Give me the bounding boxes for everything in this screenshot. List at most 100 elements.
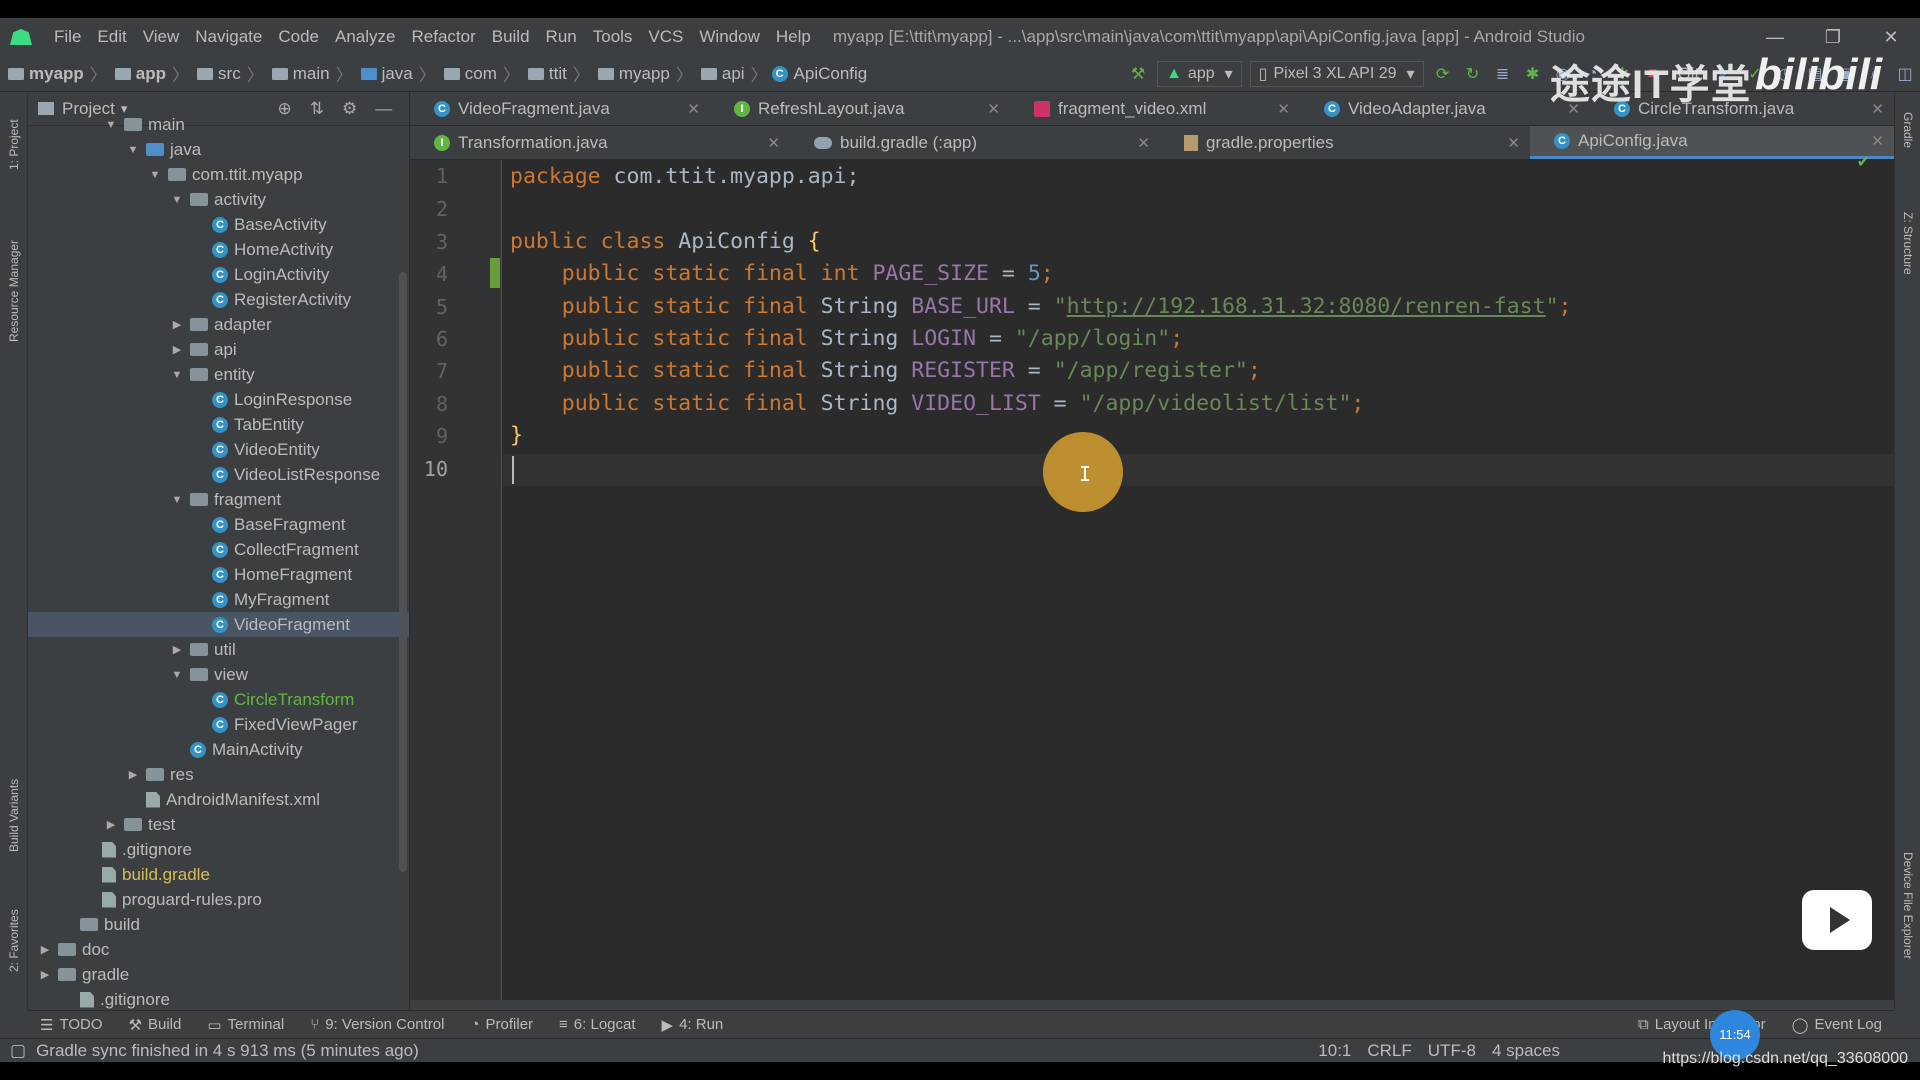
menu-vcs[interactable]: VCS xyxy=(640,27,691,47)
menu-code[interactable]: Code xyxy=(270,27,327,47)
device-select[interactable]: ▯ Pixel 3 XL API 29 ▾ xyxy=(1249,61,1424,87)
tree-item[interactable]: ▶ gradle xyxy=(28,962,409,987)
menu-tools[interactable]: Tools xyxy=(585,27,641,47)
tree-item[interactable]: C VideoFragment xyxy=(28,612,409,637)
close-tab-icon[interactable]: ✕ xyxy=(1871,100,1884,118)
tool-todo[interactable]: ☰ TODO xyxy=(40,1016,103,1034)
tool-tab-device-file-explorer[interactable]: Device File Explorer xyxy=(1901,852,1915,959)
indent-setting[interactable]: 4 spaces xyxy=(1492,1041,1560,1061)
tree-item[interactable]: C MainActivity xyxy=(28,737,409,762)
tree-item[interactable]: C VideoEntity xyxy=(28,437,409,462)
collapsed-arrow-icon[interactable]: ▶ xyxy=(104,818,118,831)
tool-logcat[interactable]: ≡ 6: Logcat xyxy=(559,1016,635,1033)
tree-item[interactable]: ▶ adapter xyxy=(28,312,409,337)
breadcrumb-myapp-pkg[interactable]: myapp 〉 xyxy=(590,61,693,86)
tool-build[interactable]: ⚒ Build xyxy=(129,1016,182,1034)
menu-refactor[interactable]: Refactor xyxy=(403,27,483,47)
collapsed-arrow-icon[interactable]: ▶ xyxy=(170,343,184,356)
collapsed-arrow-icon[interactable]: ▶ xyxy=(38,943,52,956)
collapsed-arrow-icon[interactable]: ▶ xyxy=(126,768,140,781)
tree-item[interactable]: .gitignore xyxy=(28,987,409,1010)
tool-profiler[interactable]: ◔ Profiler xyxy=(470,1016,533,1033)
tree-item[interactable]: C BaseFragment xyxy=(28,512,409,537)
tree-item[interactable]: ▼ view xyxy=(28,662,409,687)
expanded-arrow-icon[interactable]: ▼ xyxy=(170,369,184,381)
tree-item[interactable]: ▼ main xyxy=(28,112,409,137)
editor-tab[interactable]: I Transformation.java ✕ xyxy=(410,126,790,159)
tree-item[interactable]: ▼ fragment xyxy=(28,487,409,512)
tool-version-control[interactable]: ⑂ 9: Version Control xyxy=(310,1016,444,1033)
breadcrumb-myapp[interactable]: myapp 〉 xyxy=(0,61,107,86)
tool-tab-structure[interactable]: Z: Structure xyxy=(1901,212,1915,275)
close-tab-icon[interactable]: ✕ xyxy=(767,134,780,152)
tree-item[interactable]: ▼ com.ttit.myapp xyxy=(28,162,409,187)
tree-item[interactable]: C RegisterActivity xyxy=(28,287,409,312)
expanded-arrow-icon[interactable]: ▼ xyxy=(170,194,184,206)
status-message[interactable]: Gradle sync finished in 4 s 913 ms (5 mi… xyxy=(36,1041,419,1061)
expanded-arrow-icon[interactable]: ▼ xyxy=(170,494,184,506)
tree-item[interactable]: C VideoListResponse xyxy=(28,462,409,487)
apply-changes-icon[interactable]: ↻ xyxy=(1458,59,1488,89)
vcs-change-marker[interactable] xyxy=(490,258,500,288)
rerun-icon[interactable]: ⟳ xyxy=(1428,59,1458,89)
status-toggle-icon[interactable]: ▢ xyxy=(10,1041,26,1061)
debug-icon[interactable]: ✱ xyxy=(1518,59,1548,89)
editor-tab[interactable]: C ApiConfig.java ✕ xyxy=(1530,126,1894,159)
hammer-icon[interactable]: ⚒ xyxy=(1123,59,1153,89)
editor-tab[interactable]: build.gradle (:app) ✕ xyxy=(790,126,1160,159)
url-link[interactable]: http://192.168.31.32:8080/renren-fast xyxy=(1067,294,1546,319)
close-tab-icon[interactable]: ✕ xyxy=(1507,134,1520,152)
menu-window[interactable]: Window xyxy=(691,27,767,47)
expanded-arrow-icon[interactable]: ▼ xyxy=(104,119,118,131)
close-tab-icon[interactable]: ✕ xyxy=(687,100,700,118)
close-tab-icon[interactable]: ✕ xyxy=(1871,132,1884,150)
tree-item[interactable]: C CollectFragment xyxy=(28,537,409,562)
collapsed-arrow-icon[interactable]: ▶ xyxy=(170,318,184,331)
menu-navigate[interactable]: Navigate xyxy=(187,27,270,47)
tree-item[interactable]: C HomeFragment xyxy=(28,562,409,587)
menu-view[interactable]: View xyxy=(135,27,188,47)
tool-terminal[interactable]: ▭ Terminal xyxy=(207,1016,284,1034)
editor-tab[interactable]: gradle.properties ✕ xyxy=(1160,126,1530,159)
tree-item[interactable]: AndroidManifest.xml xyxy=(28,787,409,812)
tool-tab-project[interactable]: 1: Project xyxy=(7,119,21,170)
tree-item[interactable]: C TabEntity xyxy=(28,412,409,437)
tree-item[interactable]: ▶ api xyxy=(28,337,409,362)
expanded-arrow-icon[interactable]: ▼ xyxy=(148,169,162,181)
breadcrumb-app[interactable]: app 〉 xyxy=(107,61,189,86)
tool-event-log[interactable]: ◯ Event Log xyxy=(1792,1016,1882,1034)
editor-tab[interactable]: C VideoFragment.java ✕ xyxy=(410,92,710,125)
tree-scrollbar[interactable] xyxy=(399,272,407,872)
close-tab-icon[interactable]: ✕ xyxy=(1277,100,1290,118)
editor-tab[interactable]: fragment_video.xml ✕ xyxy=(1010,92,1300,125)
breadcrumb-main[interactable]: main 〉 xyxy=(264,61,353,86)
tree-item[interactable]: C HomeActivity xyxy=(28,237,409,262)
tree-item[interactable]: .gitignore xyxy=(28,837,409,862)
menu-file[interactable]: File xyxy=(46,27,89,47)
tree-item[interactable]: ▶ res xyxy=(28,762,409,787)
breadcrumb-src[interactable]: src 〉 xyxy=(189,61,264,86)
breadcrumb-java[interactable]: java 〉 xyxy=(353,61,436,86)
settings-icon[interactable]: ◫ xyxy=(1890,59,1920,89)
collapsed-arrow-icon[interactable]: ▶ xyxy=(170,643,184,656)
code-editor[interactable]: 1 2 3 4 5 6 7 8 9 10 package com.ttit.my… xyxy=(410,154,1894,1000)
run-config-select[interactable]: ▲ app ▾ xyxy=(1157,61,1242,87)
collapsed-arrow-icon[interactable]: ▶ xyxy=(38,968,52,981)
tree-item[interactable]: ▶ test xyxy=(28,812,409,837)
menu-edit[interactable]: Edit xyxy=(89,27,134,47)
breadcrumb-com[interactable]: com 〉 xyxy=(436,61,520,86)
video-play-icon[interactable] xyxy=(1802,890,1872,950)
line-separator[interactable]: CRLF xyxy=(1367,1041,1411,1061)
caret-position[interactable]: 10:1 xyxy=(1318,1041,1351,1061)
expanded-arrow-icon[interactable]: ▼ xyxy=(126,144,140,156)
menu-run[interactable]: Run xyxy=(538,27,585,47)
tree-item[interactable]: C MyFragment xyxy=(28,587,409,612)
expanded-arrow-icon[interactable]: ▼ xyxy=(170,669,184,681)
tree-item[interactable]: C LoginActivity xyxy=(28,262,409,287)
breadcrumb-api[interactable]: api 〉 xyxy=(693,61,768,86)
menu-help[interactable]: Help xyxy=(768,27,819,47)
tree-item[interactable]: build xyxy=(28,912,409,937)
menu-build[interactable]: Build xyxy=(484,27,538,47)
tool-tab-build-variants[interactable]: Build Variants xyxy=(7,779,21,852)
tool-tab-resource-manager[interactable]: Resource Manager xyxy=(7,240,21,342)
